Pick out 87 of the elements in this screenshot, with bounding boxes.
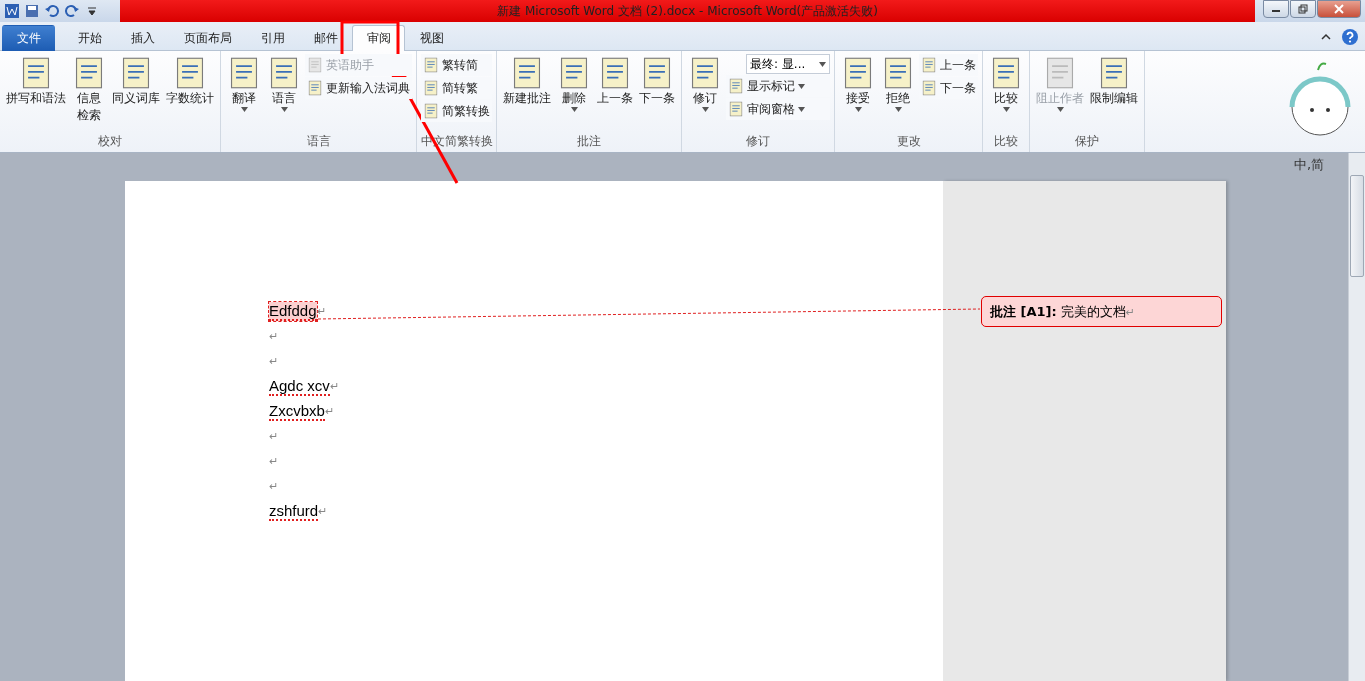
close-button[interactable] [1317, 0, 1361, 18]
ribbon-tab[interactable]: 视图 [405, 25, 458, 51]
word-logo-icon[interactable] [4, 3, 20, 19]
paragraph-text: zshfurd [269, 502, 319, 521]
ribbon-button[interactable]: 新建批注 [501, 54, 553, 109]
paragraph-text: Zxcvbxb [269, 402, 325, 421]
ribbon-button[interactable]: 下一条 [637, 54, 677, 109]
ribbon-button[interactable]: 更新输入法词典 [305, 77, 412, 99]
markup-dropdown[interactable]: 最终: 显... [746, 54, 830, 74]
caret-icon [1002, 107, 1010, 112]
caret-icon [798, 106, 805, 112]
group-label: 修订 [745, 133, 771, 150]
ribbon-button[interactable]: 上一条 [919, 54, 978, 76]
caret-icon [854, 107, 862, 112]
caret-icon [701, 107, 709, 112]
ribbon-button[interactable]: 修订 [686, 54, 724, 114]
comment-balloon[interactable]: 批注 [A1]: 完美的文档↵ [981, 296, 1222, 327]
minimize-button[interactable] [1263, 0, 1289, 18]
ribbon-button[interactable]: 拒绝 [879, 54, 917, 114]
caret-icon [819, 61, 826, 67]
paragraph-text: Agdc xcv [269, 377, 330, 396]
page-icon [423, 103, 439, 119]
ribbon-button[interactable]: 限制编辑 [1088, 54, 1140, 109]
caret-icon [240, 107, 248, 112]
ribbon-button[interactable]: 繁转简 [421, 54, 492, 76]
caret-icon [798, 83, 805, 89]
scroll-thumb[interactable] [1350, 175, 1364, 277]
ribbon-tab[interactable]: 开始 [63, 25, 116, 51]
paragraph-mark: ↵ [269, 455, 278, 468]
ime-status[interactable]: 中,简 [1294, 156, 1325, 174]
caret-icon [570, 107, 578, 112]
ribbon-button[interactable]: 删除 [555, 54, 593, 114]
paragraph-mark: ↵ [316, 305, 326, 317]
ribbon-button[interactable]: 比较 [987, 54, 1025, 114]
undo-icon[interactable] [44, 3, 60, 19]
group-label: 保护 [1074, 133, 1100, 150]
help-icon[interactable] [1341, 28, 1359, 46]
ribbon-button[interactable]: 字数统计 [164, 54, 216, 109]
paragraph-mark: ↵ [324, 405, 334, 418]
ribbon-button[interactable]: 同义词库 [110, 54, 162, 109]
ribbon-tab[interactable]: 插入 [116, 25, 169, 51]
page-icon [728, 78, 744, 94]
close-icon [1334, 4, 1344, 14]
comment-label: 批注 [A1]: [990, 302, 1057, 321]
ribbon-button[interactable]: 信息 检索 [70, 54, 108, 126]
restore-icon [1298, 4, 1308, 14]
page-icon [423, 80, 439, 96]
ribbon-button[interactable]: 翻译 [225, 54, 263, 114]
window-title: 新建 Microsoft Word 文档 (2).docx - Microsoft Word(产品激活失败) [497, 2, 878, 20]
ribbon-tab[interactable]: 邮件 [299, 25, 352, 51]
group-label: 批注 [576, 133, 602, 150]
ribbon-button[interactable]: 审阅窗格 [726, 98, 830, 120]
page-icon [307, 57, 323, 73]
comment-text: 完美的文档↵ [1060, 302, 1135, 321]
group-label: 比较 [993, 133, 1019, 150]
ribbon-button[interactable]: 下一条 [919, 77, 978, 99]
paragraph-mark: ↵ [329, 380, 339, 393]
vertical-scrollbar[interactable] [1348, 153, 1365, 681]
paragraph-mark: ↵ [318, 505, 328, 518]
group-label: 语言 [305, 133, 332, 150]
redo-icon[interactable] [64, 3, 80, 19]
restore-button[interactable] [1290, 0, 1316, 18]
ribbon-button[interactable]: 拼写和语法 [4, 54, 68, 109]
paragraph-text: Edfddg [269, 302, 317, 321]
ribbon-tab[interactable]: 页面布局 [169, 25, 246, 51]
group-label: 更改 [895, 133, 922, 150]
ribbon-button[interactable]: 接受 [839, 54, 877, 114]
page-icon [921, 80, 937, 96]
caret-icon [280, 107, 288, 112]
page-icon [728, 101, 744, 117]
ribbon-button[interactable]: 语言 [265, 54, 303, 114]
caret-icon [1056, 107, 1064, 112]
group-label: 校对 [97, 133, 123, 150]
page-icon [307, 80, 323, 96]
caret-icon [894, 107, 902, 112]
ribbon-tab[interactable]: 引用 [246, 25, 299, 51]
paragraph-mark: ↵ [269, 355, 278, 368]
paragraph-mark: ↵ [269, 480, 278, 493]
paragraph-mark: ↵ [269, 330, 278, 343]
ribbon-tab[interactable]: 文件 [2, 25, 55, 51]
ribbon-button[interactable]: 简繁转换 [421, 100, 492, 122]
page-icon [423, 57, 439, 73]
page-icon [921, 57, 937, 73]
ribbon-button[interactable]: 上一条 [595, 54, 635, 109]
save-icon[interactable] [24, 3, 40, 19]
paragraph-mark: ↵ [269, 430, 278, 443]
ribbon-tab[interactable]: 审阅 [352, 25, 405, 51]
